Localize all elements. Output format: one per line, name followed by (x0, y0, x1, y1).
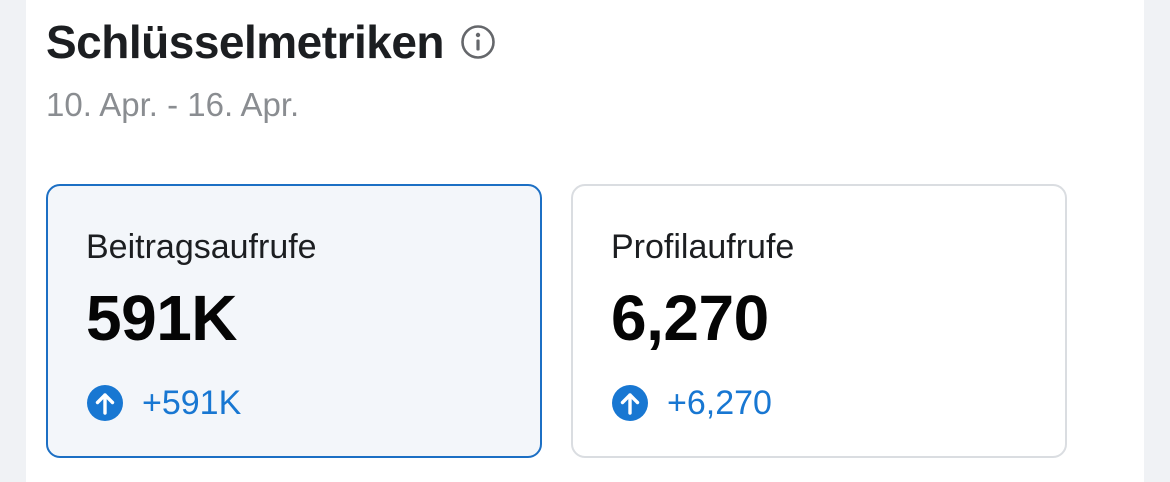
arrow-up-circle-icon (86, 384, 124, 422)
metric-card-post-views[interactable]: Beitragsaufrufe 591K +591K (46, 184, 542, 458)
metric-change: +6,270 (611, 382, 772, 424)
metric-change-value: +591K (142, 384, 242, 422)
arrow-up-circle-icon (611, 384, 649, 422)
metric-card-profile-views[interactable]: Profilaufrufe 6,270 +6,270 (571, 184, 1067, 458)
metric-label: Beitragsaufrufe (86, 228, 317, 266)
metric-value: 6,270 (611, 282, 769, 354)
section-title: Schlüsselmetriken (46, 16, 445, 68)
date-range: 10. Apr. - 16. Apr. (46, 86, 300, 123)
metric-label: Profilaufrufe (611, 228, 795, 266)
metric-change: +591K (86, 382, 241, 424)
metric-change-value: +6,270 (667, 384, 772, 422)
key-metrics-header: Schlüsselmetriken (46, 14, 496, 70)
info-icon[interactable] (460, 24, 496, 60)
metric-value: 591K (86, 282, 238, 354)
